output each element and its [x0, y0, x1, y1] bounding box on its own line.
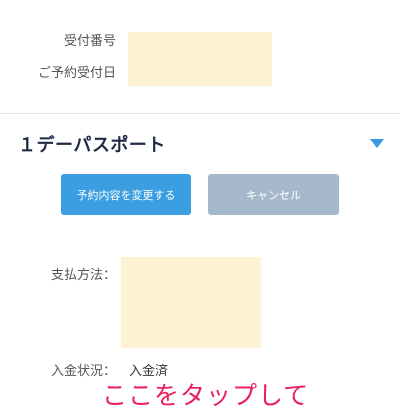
tap-here-annotation: ここをタップして	[102, 381, 310, 410]
change-reservation-button[interactable]: 予約内容を変更する	[61, 174, 191, 215]
payment-method-label: 支払方法：	[50, 268, 116, 283]
receipt-number-label: 受付番号	[63, 34, 116, 49]
redacted-payment-method	[121, 257, 261, 348]
reservation-date-label: ご予約受付日	[37, 66, 116, 81]
ticket-title: １デーパスポート	[18, 135, 166, 156]
section-divider	[0, 113, 400, 114]
redacted-receipt-info	[128, 32, 272, 86]
cancel-button[interactable]: キャンセル	[208, 174, 339, 215]
chevron-down-icon[interactable]	[370, 139, 384, 148]
